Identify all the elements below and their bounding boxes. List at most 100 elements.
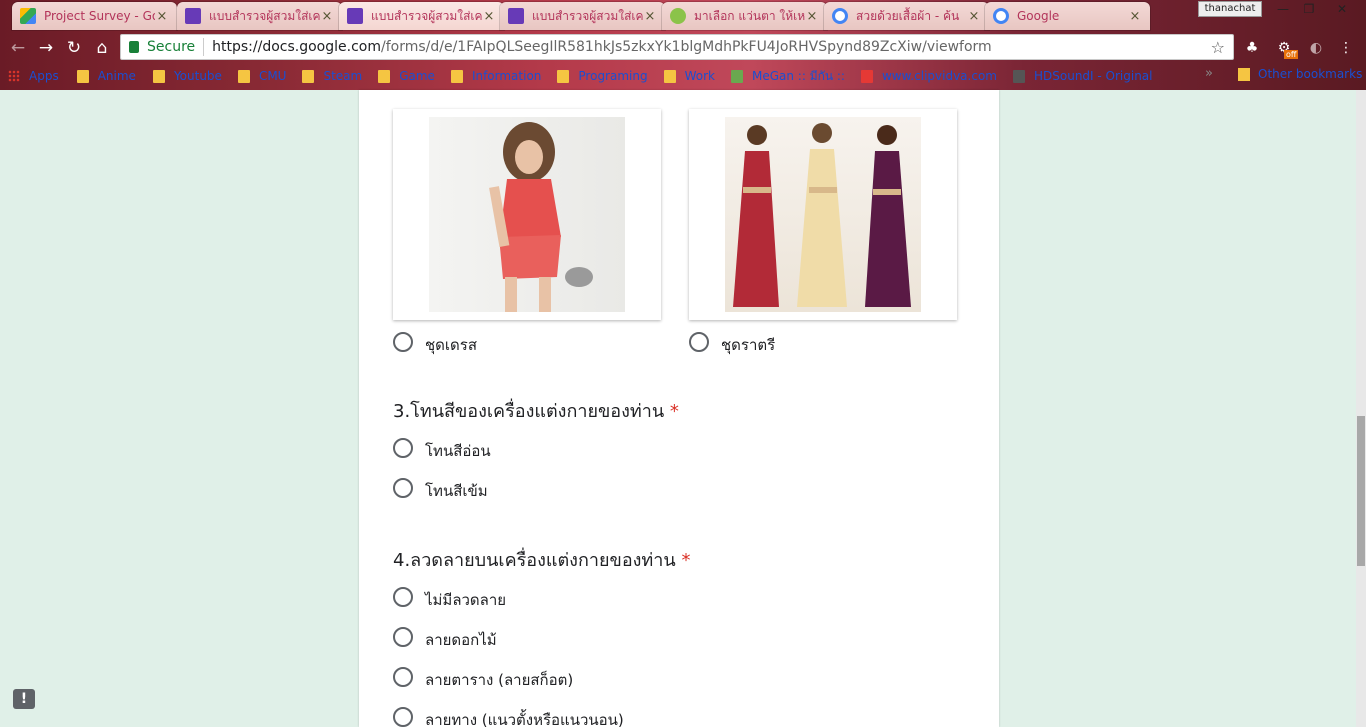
google-icon — [832, 8, 848, 24]
close-window-icon[interactable]: ✕ — [1322, 0, 1362, 18]
bookmark-label: Work — [684, 69, 715, 83]
question-3-title: 3.โทนสีของเครื่องแต่งกายของท่าน * — [393, 396, 679, 425]
radio-floral[interactable] — [393, 627, 413, 647]
tab-google-search[interactable]: สวยด้วยเสื้อผ้า - ค้น × — [824, 2, 989, 30]
home-icon[interactable]: ⌂ — [92, 38, 112, 58]
bookmarks-overflow-icon[interactable]: » — [1205, 66, 1213, 81]
minimize-icon[interactable]: — — [1270, 0, 1296, 18]
url-path: /forms/d/e/1FAIpQLSeegIlR581hkJs5zkxYk1b… — [380, 39, 992, 55]
bookmark-label: www.clipvidva.com — [881, 69, 997, 83]
apps-icon — [8, 70, 20, 82]
bookmark-label: HDSoundI - Original — [1033, 69, 1153, 83]
url-host: https://docs.google.com — [212, 39, 381, 55]
tab-strip: Project Survey - Go × แบบสำรวจผู้สวมใส่เ… — [0, 0, 1200, 32]
bookmark-label: Youtube — [173, 69, 222, 83]
folder-icon — [152, 69, 165, 83]
folder-icon — [663, 69, 676, 83]
secure-label: Secure — [147, 39, 196, 55]
bookmark-game[interactable]: Game — [378, 69, 435, 83]
bookmark-anime[interactable]: Anime — [76, 69, 136, 83]
tab-title: มาเลือก แว่นตา ให้เหม — [694, 8, 805, 23]
bookmark-label: MeGan :: มีกัน :: — [751, 68, 845, 83]
other-bookmarks[interactable]: Other bookmarks — [1238, 67, 1362, 81]
bookmark-label: Programing — [578, 69, 648, 83]
bookmark-label: Information — [471, 69, 542, 83]
bookmark-star-icon[interactable]: ☆ — [1211, 38, 1225, 57]
option-image-dress — [393, 109, 661, 320]
scrollbar-thumb[interactable] — [1357, 416, 1365, 566]
folder-icon — [302, 69, 315, 83]
scrollbar-track[interactable] — [1356, 90, 1366, 727]
radio-no-pattern[interactable] — [393, 587, 413, 607]
option-label: ลายทาง (แนวตั้งหรือแนวนอน) — [425, 711, 624, 727]
close-tab-icon[interactable]: × — [805, 9, 819, 24]
tab-google[interactable]: Google × — [985, 2, 1150, 30]
tab-forms-1[interactable]: แบบสำรวจผู้สวมใส่เครื่ × — [177, 2, 342, 30]
question-4-title: 4.ลวดลายบนเครื่องแต่งกายของท่าน * — [393, 545, 690, 574]
option-label: โทนสีเข้ม — [425, 482, 488, 500]
option-label: ไม่มีลวดลาย — [425, 591, 507, 609]
bookmark-label: Apps — [29, 69, 59, 83]
folder-icon — [1238, 67, 1250, 81]
close-tab-icon[interactable]: × — [643, 9, 657, 24]
forms-icon — [185, 8, 201, 24]
forms-icon — [508, 8, 524, 24]
bookmark-megan[interactable]: MeGan :: มีกัน :: — [730, 67, 845, 86]
tab-project-survey[interactable]: Project Survey - Go × — [12, 2, 177, 30]
bookmarks-bar: Apps Anime Youtube CMU Steam Game Inform… — [0, 62, 1366, 90]
gown-photo-art — [733, 123, 911, 307]
bookmark-steam[interactable]: Steam — [302, 69, 362, 83]
radio-light-tone[interactable] — [393, 438, 413, 458]
option-label: ลายตาราง (ลายสก็อต) — [425, 671, 574, 689]
radio-striped[interactable] — [393, 707, 413, 727]
back-arrow-icon[interactable]: ← — [8, 38, 28, 58]
bookmark-programing[interactable]: Programing — [557, 69, 648, 83]
radio-plaid[interactable] — [393, 667, 413, 687]
option-label-dress: ชุดเดรส — [425, 336, 478, 354]
bookmark-label: Game — [399, 69, 435, 83]
menu-icon[interactable]: ⋮ — [1336, 38, 1356, 58]
bookmark-apps[interactable]: Apps — [8, 69, 59, 83]
bookmark-cmu[interactable]: CMU — [237, 69, 287, 83]
tab-glasses[interactable]: มาเลือก แว่นตา ให้เหม × — [662, 2, 827, 30]
reload-icon[interactable]: ↻ — [64, 38, 84, 58]
bookmark-clipvidva[interactable]: www.clipvidva.com — [860, 69, 997, 83]
bookmark-work[interactable]: Work — [663, 69, 715, 83]
folder-icon — [378, 69, 391, 83]
folder-icon — [76, 69, 89, 83]
tab-title: แบบสำรวจผู้สวมใส่เครื่ — [532, 8, 643, 23]
tab-forms-2[interactable]: แบบสำรวจผู้สวมใส่เครื่ × — [339, 2, 504, 30]
extension-icon-2[interactable]: ◐ — [1306, 38, 1326, 58]
close-tab-icon[interactable]: × — [320, 9, 334, 24]
close-tab-icon[interactable]: × — [1128, 9, 1142, 24]
restore-icon[interactable]: ❐ — [1296, 0, 1322, 18]
bookmark-label: CMU — [258, 69, 287, 83]
close-tab-icon[interactable]: × — [155, 9, 169, 24]
option-label: โทนสีอ่อน — [425, 442, 491, 460]
option-label: ลายดอกไม้ — [425, 631, 497, 649]
bookmark-label: Steam — [323, 69, 363, 83]
drive-icon — [20, 8, 36, 24]
radio-dark-tone[interactable] — [393, 478, 413, 498]
bookmark-information[interactable]: Information — [450, 69, 542, 83]
close-tab-icon[interactable]: × — [482, 9, 496, 24]
close-tab-icon[interactable]: × — [967, 9, 981, 24]
radio-dress[interactable] — [393, 332, 413, 352]
gown-photo — [725, 117, 921, 312]
profile-button[interactable]: thanachat — [1198, 1, 1262, 17]
forward-arrow-icon[interactable]: → — [36, 38, 56, 58]
address-bar[interactable]: Secure https://docs.google.com /forms/d/… — [120, 34, 1234, 60]
bookmark-hdsound[interactable]: HDSoundI - Original — [1012, 69, 1153, 83]
question-text: 4.ลวดลายบนเครื่องแต่งกายของท่าน — [393, 550, 676, 571]
folder-icon — [237, 69, 250, 83]
extension-icon[interactable]: ♣ — [1242, 38, 1262, 58]
tab-forms-3[interactable]: แบบสำรวจผู้สวมใส่เครื่ × — [500, 2, 665, 30]
option-label-evening-gown: ชุดราตรี — [721, 336, 776, 354]
site-icon — [1012, 69, 1025, 83]
feedback-icon[interactable]: ! — [13, 689, 35, 709]
option-image-evening-gown — [689, 109, 957, 320]
google-icon — [993, 8, 1009, 24]
bookmark-youtube[interactable]: Youtube — [152, 69, 222, 83]
tab-title: แบบสำรวจผู้สวมใส่เครื่ — [209, 8, 320, 23]
radio-evening-gown[interactable] — [689, 332, 709, 352]
